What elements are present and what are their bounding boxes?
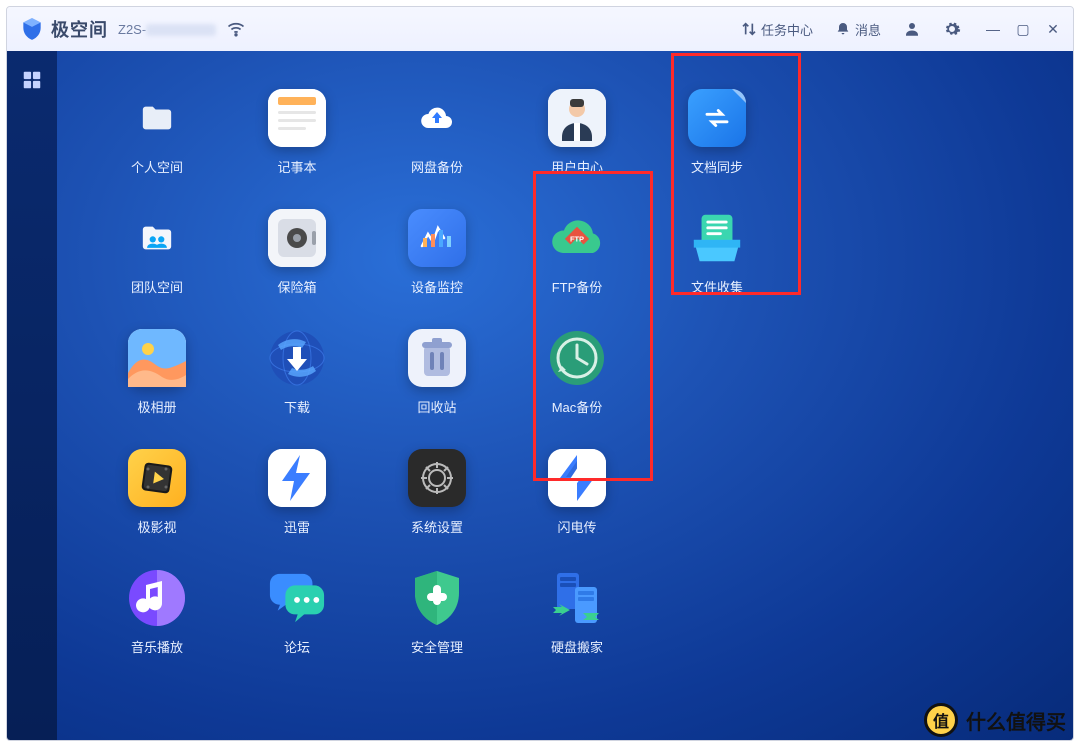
cloud-backup-icon — [408, 89, 466, 147]
titlebar: 极空间 Z2S- 任务中心 消息 — ▢ ✕ — [7, 7, 1073, 51]
doc-sync-icon — [688, 89, 746, 147]
app-label: Mac备份 — [552, 397, 603, 416]
security-mgmt-icon — [408, 569, 466, 627]
app-video[interactable]: 极影视 — [97, 441, 217, 561]
app-label: 系统设置 — [411, 517, 463, 536]
svg-text:FTP: FTP — [570, 235, 584, 244]
app-notepad[interactable]: 记事本 — [237, 81, 357, 201]
app-user-center[interactable]: 用户中心 — [517, 81, 637, 201]
app-label: 极相册 — [137, 397, 176, 416]
app-music-play[interactable]: 音乐播放 — [97, 561, 217, 681]
app-label: 团队空间 — [131, 277, 183, 296]
watermark-text: 什么值得买 — [966, 706, 1066, 735]
app-label: 迅雷 — [284, 517, 310, 536]
app-download[interactable]: 下载 — [237, 321, 357, 441]
app-photo-album[interactable]: 极相册 — [97, 321, 217, 441]
device-monitor-icon — [408, 209, 466, 267]
minimize-button[interactable]: — — [985, 21, 1001, 38]
team-space-icon — [128, 209, 186, 267]
task-center-label: 任务中心 — [761, 20, 813, 39]
app-label: 安全管理 — [411, 637, 463, 656]
system-settings-icon — [408, 449, 466, 507]
app-mac-backup[interactable]: Mac备份 — [517, 321, 637, 441]
app-label: 用户中心 — [551, 157, 603, 176]
device-name: Z2S- — [118, 22, 216, 37]
apps-grid-icon[interactable] — [21, 69, 43, 91]
app-label: 音乐播放 — [131, 637, 183, 656]
desktop: 个人空间 记事本 网盘备份 用户中心 文档同步团队空间 保险箱 设备监控 FTP FTP备份 文件… — [57, 51, 1073, 740]
sidebar — [7, 51, 57, 740]
app-safe-box[interactable]: 保险箱 — [237, 201, 357, 321]
app-xunlei[interactable]: 迅雷 — [237, 441, 357, 561]
app-label: 设备监控 — [411, 277, 463, 296]
notepad-icon — [268, 89, 326, 147]
app-label: 文件收集 — [691, 277, 743, 296]
app-personal-space[interactable]: 个人空间 — [97, 81, 217, 201]
brand-text: 极空间 — [51, 16, 108, 42]
lightning-transfer-icon — [548, 449, 606, 507]
download-icon — [268, 329, 326, 387]
app-device-monitor[interactable]: 设备监控 — [377, 201, 497, 321]
file-collect-icon — [688, 209, 746, 267]
user-center-icon — [548, 89, 606, 147]
app-label: 下载 — [284, 397, 310, 416]
personal-space-icon — [128, 89, 186, 147]
settings-icon[interactable] — [937, 14, 967, 44]
ftp-backup-icon: FTP — [548, 209, 606, 267]
logo-icon — [19, 16, 45, 42]
app-cloud-backup[interactable]: 网盘备份 — [377, 81, 497, 201]
wifi-icon — [226, 19, 246, 39]
workspace: 个人空间 记事本 网盘备份 用户中心 文档同步团队空间 保险箱 设备监控 FTP FTP备份 文件… — [7, 51, 1073, 740]
messages-label: 消息 — [855, 20, 881, 39]
app-label: 网盘备份 — [411, 157, 463, 176]
safe-box-icon — [268, 209, 326, 267]
disk-migrate-icon — [548, 569, 606, 627]
xunlei-icon — [268, 449, 326, 507]
user-icon[interactable] — [897, 14, 927, 44]
recycle-bin-icon — [408, 329, 466, 387]
app-ftp-backup[interactable]: FTP FTP备份 — [517, 201, 637, 321]
app-doc-sync[interactable]: 文档同步 — [657, 81, 777, 201]
mac-backup-icon — [548, 329, 606, 387]
app-label: 个人空间 — [131, 157, 183, 176]
messages-button[interactable]: 消息 — [829, 16, 887, 43]
app-forum[interactable]: 论坛 — [237, 561, 357, 681]
app-label: FTP备份 — [552, 277, 603, 296]
brand-block: 极空间 — [19, 16, 108, 42]
app-team-space[interactable]: 团队空间 — [97, 201, 217, 321]
app-recycle-bin[interactable]: 回收站 — [377, 321, 497, 441]
video-icon — [128, 449, 186, 507]
task-center-button[interactable]: 任务中心 — [735, 16, 819, 43]
music-play-icon — [128, 569, 186, 627]
app-security-mgmt[interactable]: 安全管理 — [377, 561, 497, 681]
app-label: 闪电传 — [557, 517, 596, 536]
maximize-button[interactable]: ▢ — [1015, 21, 1031, 38]
app-label: 记事本 — [277, 157, 316, 176]
watermark-badge: 值 — [924, 703, 958, 737]
app-grid: 个人空间 记事本 网盘备份 用户中心 文档同步团队空间 保险箱 设备监控 FTP FTP备份 文件… — [97, 81, 1033, 681]
app-system-settings[interactable]: 系统设置 — [377, 441, 497, 561]
app-label: 论坛 — [284, 637, 310, 656]
app-label: 回收站 — [417, 397, 456, 416]
forum-icon — [268, 569, 326, 627]
app-label: 极影视 — [137, 517, 176, 536]
app-file-collect[interactable]: 文件收集 — [657, 201, 777, 321]
app-disk-migrate[interactable]: 硬盘搬家 — [517, 561, 637, 681]
app-label: 保险箱 — [277, 277, 316, 296]
app-label: 文档同步 — [691, 157, 743, 176]
app-window: 极空间 Z2S- 任务中心 消息 — ▢ ✕ — [6, 6, 1074, 741]
app-lightning-transfer[interactable]: 闪电传 — [517, 441, 637, 561]
photo-album-icon — [128, 329, 186, 387]
window-controls: — ▢ ✕ — [985, 21, 1061, 38]
app-label: 硬盘搬家 — [551, 637, 603, 656]
close-button[interactable]: ✕ — [1045, 21, 1061, 38]
watermark: 值 什么值得买 — [924, 703, 1066, 737]
